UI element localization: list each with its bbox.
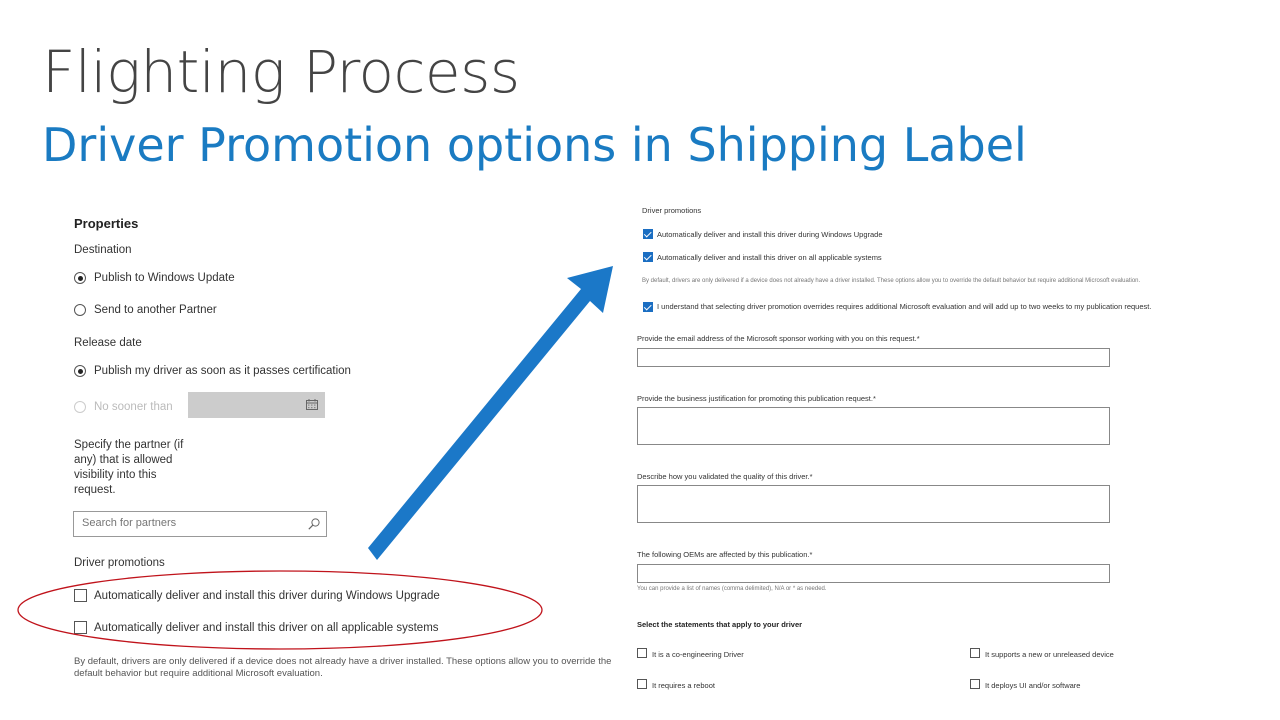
rp-promotion-checkbox-all-systems[interactable] <box>643 252 653 262</box>
sponsor-email-label: Provide the email address of the Microso… <box>637 334 920 343</box>
statement-label: It supports a new or unreleased device <box>985 650 1114 659</box>
justification-field[interactable] <box>637 407 1110 445</box>
validation-label: Describe how you validated the quality o… <box>637 472 813 481</box>
statement-checkbox-ui-software[interactable] <box>970 679 980 689</box>
statement-label: It requires a reboot <box>652 681 715 690</box>
statement-checkbox-reboot[interactable] <box>637 679 647 689</box>
statements-label: Select the statements that apply to your… <box>637 620 803 629</box>
oems-field[interactable] <box>637 564 1110 583</box>
rp-acknowledge-label: I understand that selecting driver promo… <box>657 302 1152 311</box>
sponsor-email-field[interactable] <box>637 348 1110 367</box>
rp-promotion-option-label: Automatically deliver and install this d… <box>657 230 883 239</box>
rp-acknowledge-checkbox[interactable] <box>643 302 653 312</box>
rp-promotion-checkbox-upgrade[interactable] <box>643 229 653 239</box>
oems-label: The following OEMs are affected by this … <box>637 550 813 559</box>
oems-hint: You can provide a list of names (comma d… <box>637 586 827 592</box>
rp-promotion-option-label: Automatically deliver and install this d… <box>657 253 882 262</box>
rp-driver-promotions-label: Driver promotions <box>642 206 702 215</box>
statement-checkbox-new-device[interactable] <box>970 648 980 658</box>
rp-promotion-note: By default, drivers are only delivered i… <box>642 278 1141 284</box>
statement-checkbox-coengineering[interactable] <box>637 648 647 658</box>
statement-label: It deploys UI and/or software <box>985 681 1081 690</box>
statement-label: It is a co-engineering Driver <box>652 650 744 659</box>
validation-field[interactable] <box>637 485 1110 523</box>
justification-label: Provide the business justification for p… <box>637 394 876 403</box>
